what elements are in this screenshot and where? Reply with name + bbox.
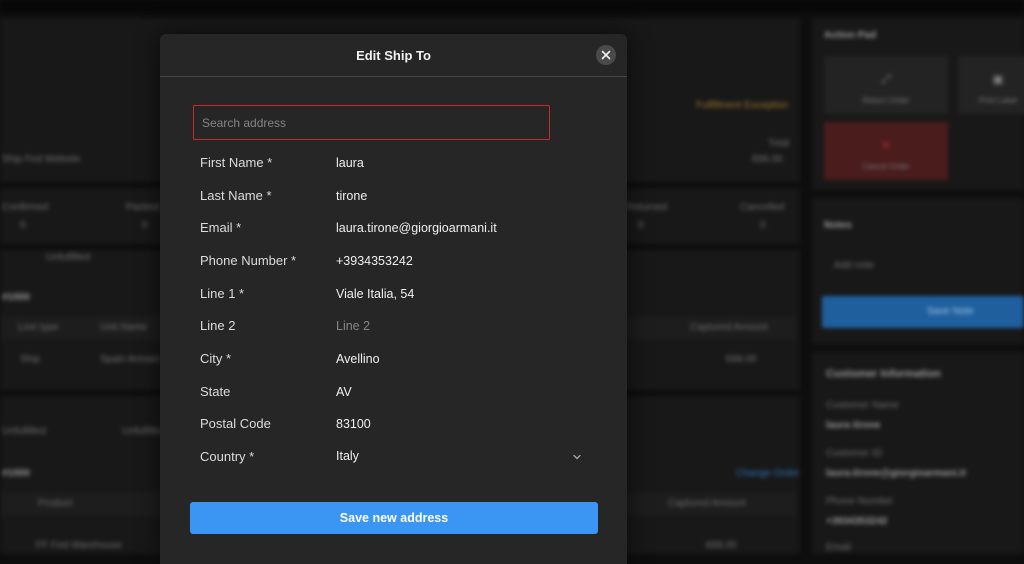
cancel-order-tile[interactable]: ✕ Cancel Order — [824, 122, 948, 180]
table-header: Unit Name — [100, 322, 148, 333]
return-order-tile[interactable]: ⤢ Return Order — [824, 56, 948, 114]
order-ref: #1000 — [2, 468, 30, 479]
table-header: Captured Amount — [690, 322, 768, 333]
postal-code-input[interactable] — [330, 414, 590, 434]
search-address-input[interactable] — [194, 106, 549, 139]
modal-header: Edit Ship To — [160, 34, 627, 77]
country-label: Country * — [200, 449, 255, 464]
email-input[interactable] — [330, 218, 590, 238]
customer-info-panel: Customer Information Customer Name laura… — [812, 352, 1024, 554]
line1-input[interactable] — [330, 284, 590, 304]
notes-input[interactable]: Add note — [834, 260, 874, 271]
phone-number-label: Phone Number * — [200, 253, 297, 268]
notes-panel: Notes Add note Save Note — [812, 198, 1024, 344]
table-header: Product — [38, 498, 73, 509]
table-cell: Ship — [20, 354, 41, 365]
status-col-value: 0 — [142, 220, 148, 231]
table-header: Captured Amount — [668, 498, 746, 509]
table-header: Line type — [18, 322, 59, 333]
status-col: Packed — [126, 202, 160, 213]
line1-label: Line 1 * — [200, 286, 245, 301]
section-tag: Unfulfilled — [46, 252, 90, 263]
customer-field-value: laura tirone — [826, 420, 881, 431]
postal-code-label: Postal Code — [200, 416, 271, 431]
email-label: Email * — [200, 220, 242, 235]
save-note-label: Save Note — [927, 306, 974, 317]
total-value: €88.00 — [752, 154, 783, 165]
phone-number-input[interactable] — [330, 251, 590, 271]
customer-field-value: +3934353242 — [826, 516, 888, 527]
save-note-button[interactable]: Save Note — [822, 296, 1024, 328]
table-cell: FF Fed Warehouse — [36, 540, 122, 551]
last-name-label: Last Name * — [200, 188, 272, 203]
change-link[interactable]: Change Order — [736, 468, 799, 479]
line2-label: Line 2 — [200, 318, 236, 333]
status-col-value: 0 — [638, 220, 644, 231]
modal-title: Edit Ship To — [356, 48, 431, 63]
table-cell: €88.00 — [706, 540, 737, 551]
notes-title: Notes — [824, 220, 852, 231]
customer-field-label: Customer Name — [826, 400, 899, 411]
tile-label: Return Order — [862, 96, 910, 105]
status-col-value: 0 — [760, 220, 766, 231]
country-value: Italy — [336, 449, 359, 463]
table-cell: Spain Armani — [100, 354, 160, 365]
action-pad-title: Action Pad — [824, 30, 877, 41]
close-button[interactable] — [596, 45, 616, 65]
close-icon — [601, 50, 611, 60]
total-label: Total — [768, 138, 790, 149]
order-source: Ship Fed Website — [2, 154, 81, 165]
tile-label: Cancel Order — [862, 162, 910, 171]
state-input[interactable] — [330, 382, 590, 402]
chevron-down-icon[interactable] — [572, 452, 582, 462]
edit-ship-to-modal: Edit Ship To First Name * Last Name * Em… — [160, 34, 627, 564]
status-col: Cancelled — [740, 202, 785, 213]
order-ref: #1000 — [2, 292, 30, 303]
status-col: Confirmed — [2, 202, 49, 213]
status-badge: Fulfillment Exception — [696, 100, 789, 111]
city-input[interactable] — [330, 349, 590, 369]
customer-field-value: laura.tirone@giorgioarmani.it — [826, 468, 966, 479]
print-label-tile[interactable]: ▣ Print Label — [958, 56, 1024, 114]
city-label: City * — [200, 351, 232, 366]
status-col-value: 0 — [20, 220, 26, 231]
print-icon: ▣ — [992, 72, 1004, 86]
table-cell: €88.00 — [726, 354, 757, 365]
action-pad-panel: Action Pad ⤢ Return Order ▣ Print Label … — [812, 18, 1024, 190]
customer-title: Customer Information — [826, 368, 941, 380]
customer-field-label: Customer ID — [826, 448, 883, 459]
top-bar — [0, 0, 1024, 12]
customer-field-label: Phone Number — [826, 496, 894, 507]
state-label: State — [200, 384, 231, 399]
search-address-field — [193, 105, 550, 140]
tile-label: Print Label — [978, 96, 1018, 105]
first-name-input[interactable] — [330, 153, 590, 173]
section-tag: Unfulfilled — [2, 426, 46, 437]
first-name-label: First Name * — [200, 155, 273, 170]
customer-field-label: Email — [826, 542, 852, 553]
cancel-icon: ✕ — [880, 138, 892, 152]
return-icon: ⤢ — [881, 72, 891, 86]
line2-input[interactable] — [330, 316, 590, 336]
last-name-input[interactable] — [330, 186, 590, 206]
status-col: Returned — [626, 202, 668, 213]
country-select[interactable]: Italy — [330, 447, 602, 467]
save-new-address-button[interactable]: Save new address — [190, 502, 598, 534]
